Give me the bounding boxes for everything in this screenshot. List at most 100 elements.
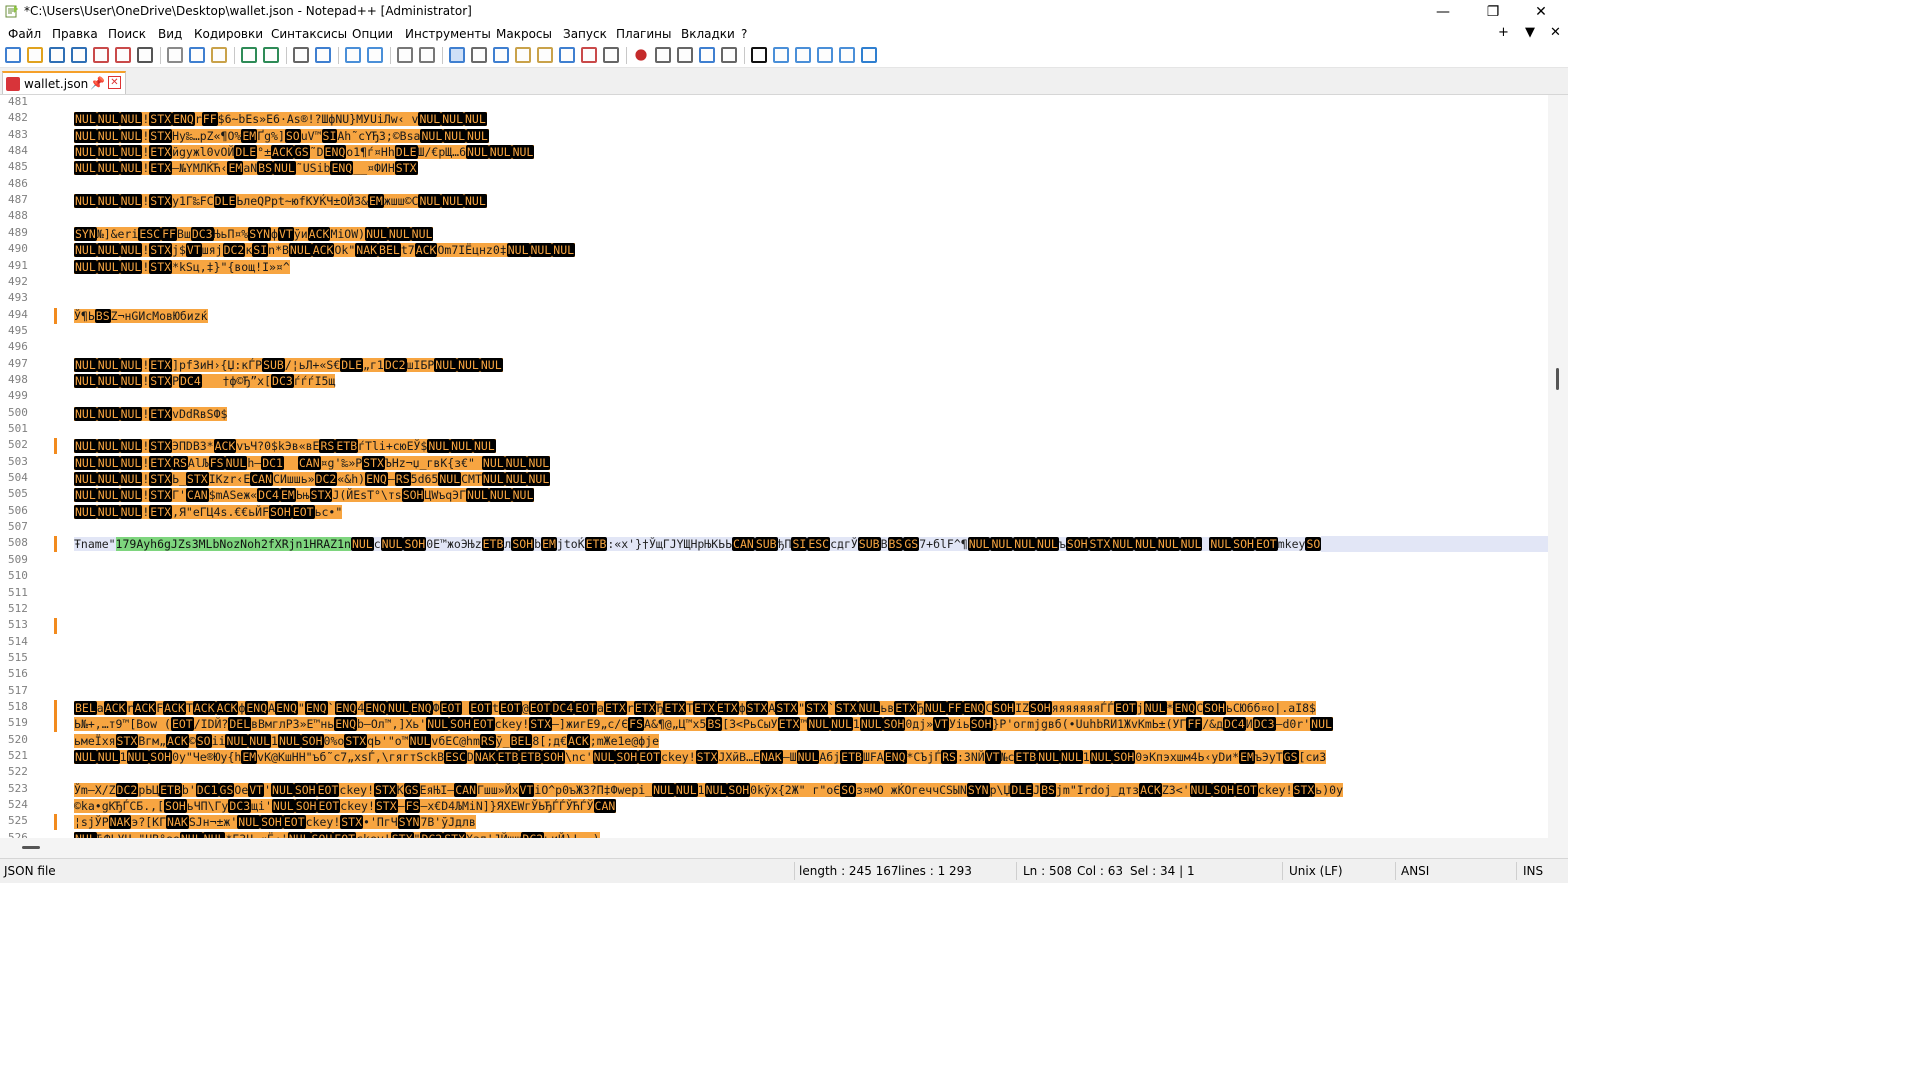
- text-line[interactable]: NUL NUL NUL!ETXйgужl0vOЙDLE°±ACK GS˜DENQo1¶…: [74, 144, 535, 160]
- control-char-token: NUL: [1156, 537, 1180, 551]
- text-line[interactable]: Ь№+,…т9™[Bow (EOT/IDЙ?DELвВмглРЗ»Е™ньENQ…: [74, 716, 1333, 732]
- stop-macro-icon[interactable]: [655, 47, 671, 63]
- text-area[interactable]: NUL NUL NUL!STX ENQrFF$6~bEs»E6·As®!?ШфNU}М…: [74, 95, 1548, 838]
- menu-run[interactable]: Запуск: [563, 27, 607, 41]
- zoom-out-icon[interactable]: [367, 47, 383, 63]
- text-line[interactable]: BELaACKrACKFACKTACK ACKфENQAENQ"ENQ`ENQ4E…: [74, 700, 1316, 716]
- text-line[interactable]: NUL NUL NUL!ETX,Я"eГЦ4s.€€ьЙFSOH EOTьс•": [74, 504, 343, 520]
- menu-view[interactable]: Вид: [158, 27, 182, 41]
- udl-icon[interactable]: [515, 47, 531, 63]
- close-all-icon[interactable]: [115, 47, 131, 63]
- text-line[interactable]: NUL NUL NUL!STXЬ_STXIKzr‹ECANСИшшь»DC2«&h)…: [74, 471, 551, 487]
- save-all-icon[interactable]: [71, 47, 87, 63]
- save-icon[interactable]: [49, 47, 65, 63]
- new-file-icon[interactable]: [5, 47, 21, 63]
- show-all-chars-icon[interactable]: [471, 47, 487, 63]
- monitoring-icon[interactable]: [603, 47, 619, 63]
- save-macro-icon[interactable]: [721, 47, 737, 63]
- print-icon[interactable]: [137, 47, 153, 63]
- text-line[interactable]: NULЂФЬУЏ…"НВ°еоNULNUL*ЕЗU…«Ё‹'NULSOHEOTc…: [74, 831, 600, 838]
- find-icon[interactable]: [293, 47, 309, 63]
- indent-guide-icon[interactable]: [493, 47, 509, 63]
- word-wrap-icon[interactable]: [449, 47, 465, 63]
- text-line[interactable]: Ŧname"179Ayh6gJZs3MLbNozNoh2fXRjn1HRAZ1n…: [74, 536, 1548, 552]
- horizontal-scroll-thumb[interactable]: [22, 846, 40, 849]
- text-line[interactable]: NUL NUL NUL!STXPDC4 †ф©Ђ”х[DC3ѓѓѓI5щ: [74, 373, 336, 389]
- json-compress-icon[interactable]: [795, 47, 811, 63]
- undo-icon[interactable]: [241, 47, 257, 63]
- folder-as-workspace-icon[interactable]: [581, 47, 597, 63]
- text-line[interactable]: NUL NUL NUL!ETX RSAlЉFS NULh–DC1 CAN¤g'‰»PST…: [74, 455, 551, 471]
- open-file-icon[interactable]: [27, 47, 43, 63]
- menu-edit[interactable]: Правка: [52, 27, 98, 41]
- close-tab-icon[interactable]: ✕: [108, 76, 121, 89]
- text-line[interactable]: SYN№]&eriESC FFВшDC3ЊьП¤%SYNфVTўиACKMiOW)…: [74, 226, 434, 242]
- vertical-scrollbar[interactable]: [1548, 95, 1568, 838]
- horizontal-scrollbar[interactable]: [0, 838, 1568, 858]
- control-char-token: DC2: [115, 783, 139, 797]
- cut-icon[interactable]: [167, 47, 183, 63]
- text-line[interactable]: NUL NUL NUL!STXHy‰…pZ«¶О%EMҐg%]SOuV™SIAh˜c…: [74, 128, 489, 144]
- text-line[interactable]: NUL NUL NUL!STXГ'CAN$mASeж«DC4 EMЬњSTXJ(ЙEs…: [74, 487, 535, 503]
- minimize-button[interactable]: —: [1420, 0, 1466, 24]
- text-line[interactable]: NUL NUL NUL!ETXvDdRвЅФ$: [74, 406, 228, 422]
- path-icon[interactable]: [839, 47, 855, 63]
- restore-button[interactable]: ❐: [1470, 0, 1516, 24]
- text-line[interactable]: ¦sjЎРNAKэ?[КГNAKSJн¬±ж'NUL SOH EOTckey!STX…: [74, 814, 476, 830]
- menu-plugins[interactable]: Плагины: [616, 27, 671, 41]
- text-line[interactable]: NUL NUL NUL!STX*kЅц,‡}"{вощ!I»¤^: [74, 259, 290, 275]
- text-line[interactable]: NUL NUL NUL!STXy1Г‰FCDLEЬлeQPpt~юfКУЌЧ±ОЙЗ…: [74, 193, 487, 209]
- editor-area[interactable]: 481 482 483 484 485 486 487 488 489 490 491 492 493 4…: [0, 95, 1568, 838]
- menu-window[interactable]: Вкладки: [681, 27, 735, 41]
- text-line[interactable]: Ў¶ЬBSZ¬нGИсМовЮбиzќ: [74, 308, 208, 324]
- jpp-icon[interactable]: [817, 47, 833, 63]
- text-line[interactable]: NUL NUL1NUL SOH0y"Че®Юy{hEMvK@КшНН"ъб˜с7„x…: [74, 749, 1327, 765]
- zoom-in-icon[interactable]: [345, 47, 361, 63]
- text-line[interactable]: NUL NUL NUL!STXЭПDВЗ*ACKvъЧ?0$kЭв«вERS ETBѓ…: [74, 438, 496, 454]
- text-run: *СЪjЃ: [906, 750, 942, 764]
- menu-macro[interactable]: Макросы: [496, 27, 552, 41]
- text-line[interactable]: ьмеЇхяSTXВгм„ACK©SOiiNUL NUL1NUL SOH0%oSTX…: [74, 733, 660, 749]
- json-format-icon[interactable]: [861, 47, 877, 63]
- text-line[interactable]: NUL NUL NUL!ETX]pf3иН›{Џ:кЃРSUB/¦ьЛ+«S€DLE…: [74, 357, 503, 373]
- text-line[interactable]: NUL NUL NUL!STXj$VTшяjDC2кSIn*BNUL ACKOk"NA…: [74, 242, 576, 258]
- control-char-cell: RS: [394, 472, 411, 486]
- control-char-token: STX: [309, 488, 333, 502]
- text-line[interactable]: NUL NUL NUL!ETX–№YМЛЌЋ‹EMaNBS NUL˜USibENQ__…: [74, 160, 418, 176]
- redo-icon[interactable]: [263, 47, 279, 63]
- menu-file[interactable]: Файл: [8, 27, 41, 41]
- control-char-token: NUL: [96, 145, 120, 159]
- menu-encoding[interactable]: Кодировки: [194, 27, 263, 41]
- json-viewer-logo-icon[interactable]: [751, 47, 767, 63]
- run-macro-multiple-icon[interactable]: [699, 47, 715, 63]
- sync-vertical-icon[interactable]: [397, 47, 413, 63]
- menu-search[interactable]: Поиск: [108, 27, 146, 41]
- menu-language[interactable]: Синтаксисы: [271, 27, 347, 41]
- paste-icon[interactable]: [211, 47, 227, 63]
- copy-icon[interactable]: [189, 47, 205, 63]
- doc-map-icon[interactable]: [537, 47, 553, 63]
- play-macro-icon[interactable]: [677, 47, 693, 63]
- control-char-cell: RS: [319, 439, 336, 453]
- replace-icon[interactable]: [315, 47, 331, 63]
- record-macro-icon[interactable]: [635, 49, 647, 61]
- menu-settings[interactable]: Опции: [352, 27, 393, 41]
- close-window-button[interactable]: ✕: [1518, 0, 1564, 24]
- function-list-icon[interactable]: [559, 47, 575, 63]
- menu-tools[interactable]: Инструменты: [405, 27, 491, 41]
- close-doc-button[interactable]: ✕: [1550, 25, 1561, 40]
- text-line[interactable]: ©ka•gКЂЃСБ.,[SOHьЧП\ГуDC3щi'NUL SOH EOTcke…: [74, 798, 617, 814]
- text-line[interactable]: NUL NUL NUL!STX ENQrFF$6~bEs»E6·As®!?ШфNU}М…: [74, 111, 487, 127]
- pin-icon[interactable]: 📌: [90, 76, 105, 90]
- tab-list-button[interactable]: ▼: [1525, 25, 1535, 40]
- control-char-cell: NUL: [288, 243, 312, 257]
- text-line[interactable]: Ўm–X/ZDC2рЬЦETBb'DC1 GSOeVT'NUL SOH EOTckey…: [74, 782, 1343, 798]
- json-tree-icon[interactable]: [773, 47, 789, 63]
- sync-horizontal-icon[interactable]: [419, 47, 435, 63]
- new-tab-button[interactable]: +: [1498, 25, 1509, 40]
- line-number: 485: [8, 160, 28, 173]
- close-icon[interactable]: [93, 47, 109, 63]
- menu-help[interactable]: ?: [741, 27, 747, 41]
- vertical-scroll-thumb[interactable]: [1556, 368, 1559, 390]
- tab-wallet-json[interactable]: wallet.json 📌 ✕: [2, 71, 126, 94]
